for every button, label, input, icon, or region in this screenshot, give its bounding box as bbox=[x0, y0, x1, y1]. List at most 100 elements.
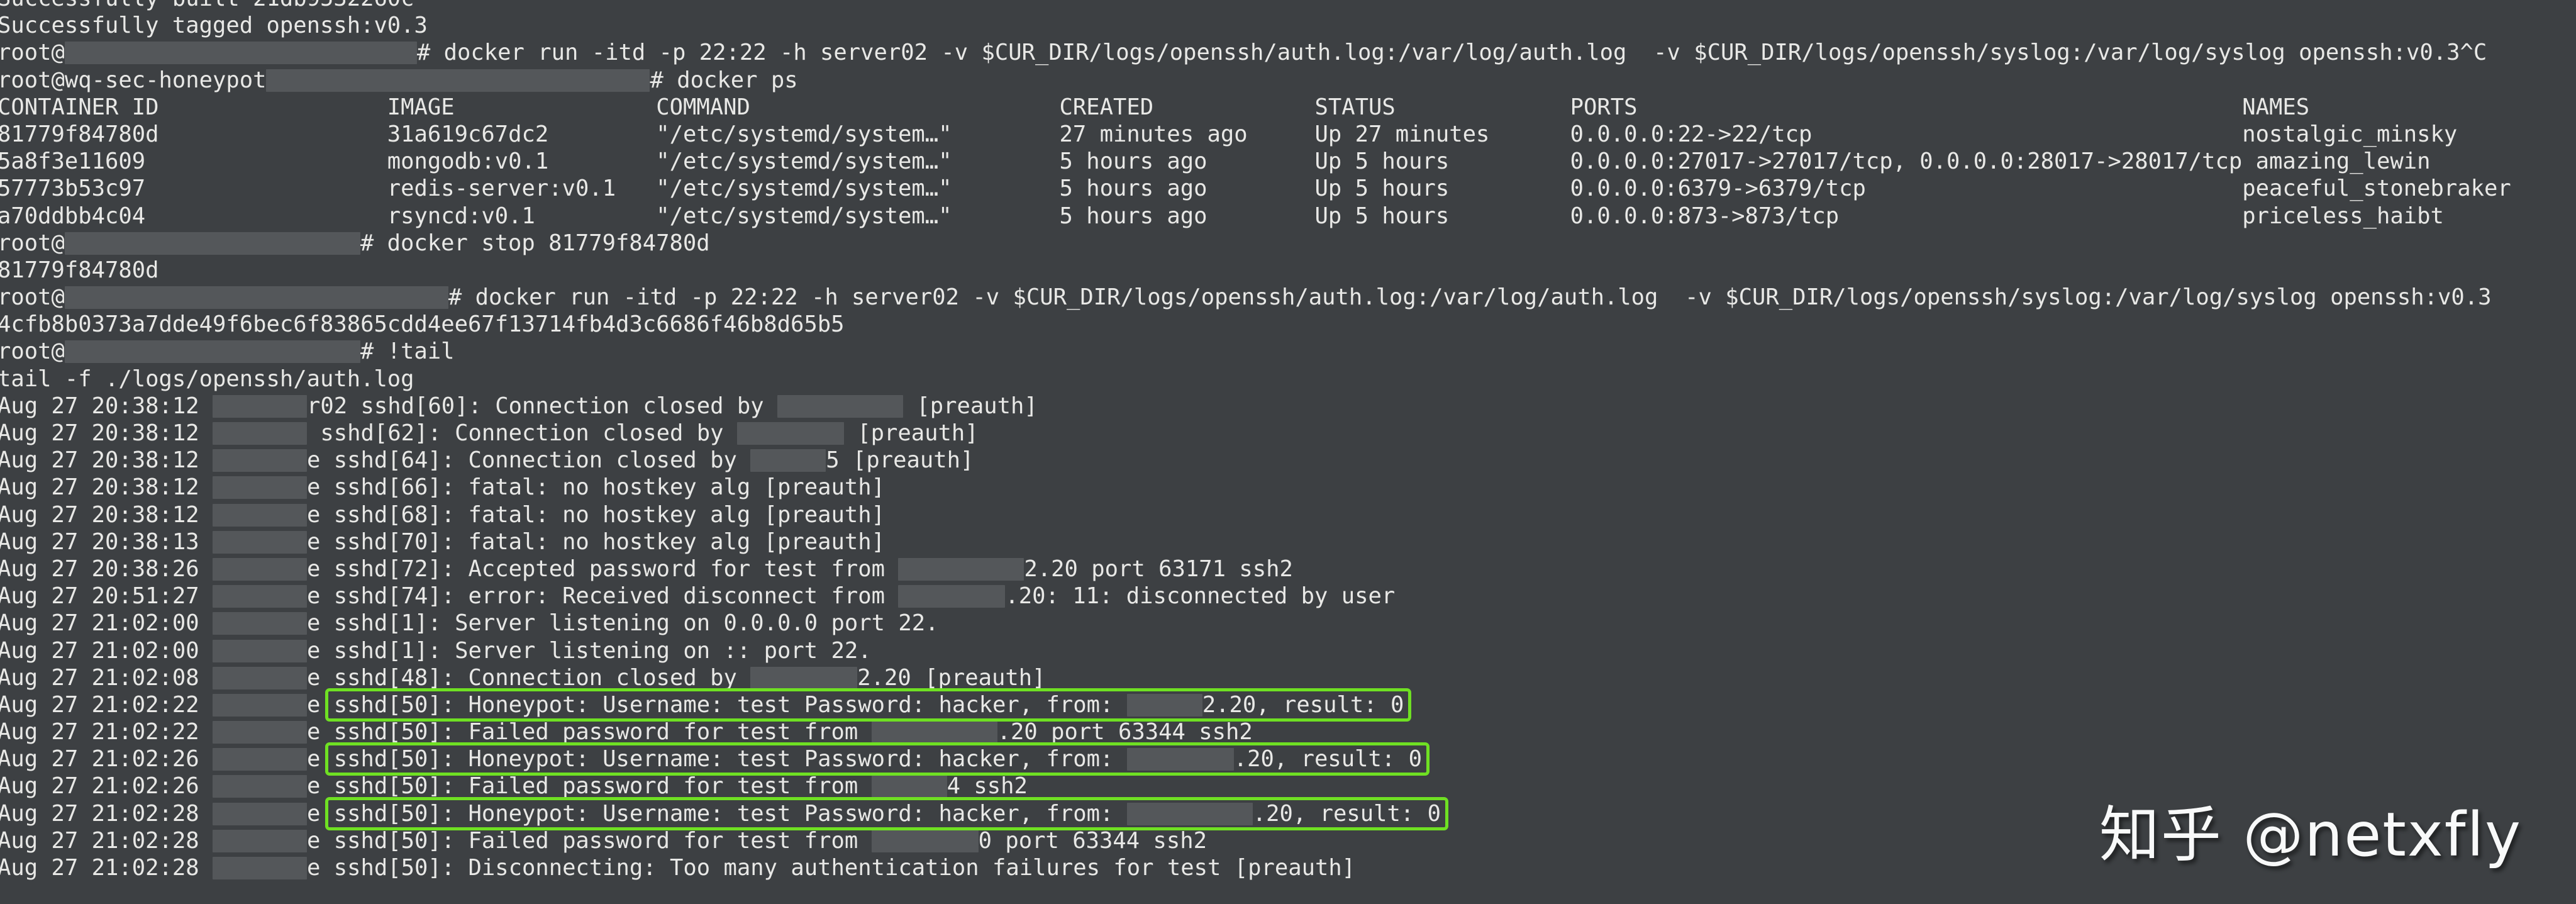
log-line: Aug 27 21:02:26 e sshd[50]: Honeypot: Us… bbox=[0, 745, 2576, 773]
log-line: Aug 27 21:02:00 e sshd[1]: Server listen… bbox=[0, 637, 2576, 664]
command-docker-stop: # docker stop 81779f84780d bbox=[360, 230, 710, 256]
log-process: sshd[66]: bbox=[333, 474, 469, 501]
log-host-suffix: e bbox=[306, 691, 334, 718]
log-process: sshd[50]: bbox=[333, 800, 469, 827]
table-row: a70ddbb4c04 rsyncd:v0.1 "/etc/systemd/sy… bbox=[0, 203, 2576, 230]
log-host-suffix: e bbox=[306, 773, 334, 800]
log-process: sshd[50]: bbox=[333, 827, 469, 854]
redacted-loghost-mosaic bbox=[212, 557, 307, 581]
log-message: sshd[50]: Honeypot: Username: test Passw… bbox=[334, 692, 1404, 718]
log-message-post: .20, result: 0 bbox=[1252, 800, 1441, 827]
log-message: sshd[50]: Failed password for test from … bbox=[334, 719, 1253, 745]
log-host-suffix bbox=[307, 420, 320, 446]
prompt-user-3: root@ bbox=[0, 230, 65, 256]
log-host-suffix: e bbox=[306, 719, 334, 745]
log-process: sshd[68]: bbox=[333, 501, 469, 528]
new-container-hash: 4cfb8b0373a7dde49f6bec6f83865cdd4ee67f13… bbox=[0, 311, 845, 338]
log-message-pre: fatal: no hostkey alg [preauth] bbox=[468, 501, 886, 528]
redacted-loghost-mosaic bbox=[212, 503, 307, 527]
log-message: sshd[60]: Connection closed by [preauth] bbox=[360, 393, 1037, 419]
log-timestamp: Aug 27 21:02:28 bbox=[0, 800, 213, 827]
output-line-stopped-id: 81779f84780d bbox=[0, 257, 2576, 284]
log-message: sshd[1]: Server listening on 0.0.0.0 por… bbox=[334, 610, 939, 636]
prompt-user-5: root@ bbox=[0, 338, 65, 365]
log-timestamp: Aug 27 20:51:27 bbox=[0, 583, 213, 610]
command-docker-ps: # docker ps bbox=[650, 67, 798, 93]
redacted-hostname-mosaic-5 bbox=[64, 340, 360, 364]
log-timestamp: Aug 27 21:02:28 bbox=[0, 855, 213, 881]
log-process: sshd[62]: bbox=[320, 420, 455, 446]
redacted-loghost-mosaic bbox=[212, 530, 307, 554]
log-message-pre: Disconnecting: Too many authentication f… bbox=[468, 855, 1356, 881]
log-timestamp: Aug 27 21:02:28 bbox=[0, 827, 213, 854]
log-message-pre: Server listening on 0.0.0.0 port 22. bbox=[455, 610, 939, 637]
log-process: sshd[1]: bbox=[333, 637, 455, 664]
log-message: sshd[1]: Server listening on :: port 22. bbox=[334, 638, 872, 664]
log-host-suffix: e bbox=[306, 474, 334, 501]
redacted-ip-mosaic bbox=[871, 775, 947, 798]
terminal-scrollback: Successfully built 21db9532260c Successf… bbox=[0, 0, 2576, 881]
log-process: sshd[74]: bbox=[333, 583, 469, 610]
log-line: Aug 27 20:38:12 sshd[62]: Connection clo… bbox=[0, 420, 2576, 447]
log-message: sshd[50]: Failed password for test from … bbox=[334, 773, 1028, 799]
log-host-suffix: e bbox=[306, 528, 334, 555]
log-process: sshd[48]: bbox=[333, 664, 469, 691]
docker-ps-row-1: 5a8f3e11609 mongodb:v0.1 "/etc/systemd/s… bbox=[0, 148, 2431, 175]
log-line: Aug 27 20:38:12 e sshd[66]: fatal: no ho… bbox=[0, 474, 2576, 501]
docker-ps-row-2: 57773b53c97 redis-server:v0.1 "/etc/syst… bbox=[0, 176, 2511, 202]
redacted-loghost-mosaic bbox=[212, 639, 307, 662]
prompt-line-tail: root@ # !tail bbox=[0, 338, 2576, 365]
log-host-suffix: e bbox=[306, 447, 334, 474]
redacted-ip-mosaic bbox=[1126, 748, 1234, 771]
tag-success-text: Successfully tagged openssh:v0.3 bbox=[0, 13, 428, 39]
prompt-line-docker-ps: root@wq-sec-honeypot # docker ps bbox=[0, 67, 2576, 94]
redacted-ip-mosaic bbox=[777, 394, 904, 418]
redacted-ip-mosaic bbox=[736, 422, 844, 445]
log-process: sshd[72]: bbox=[333, 555, 469, 582]
log-timestamp: Aug 27 21:02:26 bbox=[0, 773, 213, 800]
log-timestamp: Aug 27 20:38:13 bbox=[0, 528, 213, 555]
redacted-loghost-mosaic bbox=[212, 802, 307, 825]
redacted-ip-mosaic bbox=[898, 585, 1006, 608]
output-line-tail-expansion: tail -f ./logs/openssh/auth.log bbox=[0, 366, 2576, 393]
redacted-ip-mosaic bbox=[898, 557, 1024, 581]
command-docker-run-1: # docker run -itd -p 22:22 -h server02 -… bbox=[416, 40, 2487, 66]
build-success-text: Successfully built 21db9532260c bbox=[0, 0, 414, 11]
log-process: sshd[70]: bbox=[333, 528, 469, 555]
redacted-loghost-mosaic bbox=[212, 585, 307, 608]
table-row: 57773b53c97 redis-server:v0.1 "/etc/syst… bbox=[0, 175, 2576, 202]
log-message-pre: Honeypot: Username: test Password: hacke… bbox=[468, 800, 1127, 827]
table-row: 81779f84780d 31a619c67dc2 "/etc/systemd/… bbox=[0, 121, 2576, 148]
log-message-pre: Connection closed by bbox=[468, 447, 751, 474]
log-message-pre: Failed password for test from bbox=[468, 719, 872, 745]
log-timestamp: Aug 27 20:38:12 bbox=[0, 474, 213, 501]
redacted-loghost-mosaic bbox=[212, 748, 307, 771]
prompt-user-2: root@wq-sec-honeypot bbox=[0, 67, 267, 93]
redacted-loghost-mosaic bbox=[212, 693, 307, 717]
log-process: sshd[1]: bbox=[333, 610, 455, 637]
redacted-loghost-mosaic bbox=[212, 775, 307, 798]
log-process: sshd[50]: bbox=[333, 746, 469, 773]
log-message-pre: Connection closed by bbox=[495, 393, 778, 419]
log-host-suffix: e bbox=[306, 664, 334, 691]
log-message: sshd[68]: fatal: no hostkey alg [preauth… bbox=[334, 502, 885, 528]
log-message-post: 2.20, result: 0 bbox=[1202, 691, 1404, 718]
log-message-post: 2.20 [preauth] bbox=[857, 664, 1046, 691]
command-docker-run-2: # docker run -itd -p 22:22 -h server02 -… bbox=[448, 284, 2492, 311]
log-message-pre: Honeypot: Username: test Password: hacke… bbox=[468, 746, 1127, 773]
log-timestamp: Aug 27 20:38:12 bbox=[0, 420, 213, 446]
log-message-post: 2.20 port 63171 ssh2 bbox=[1024, 555, 1293, 582]
terminal-window[interactable]: Successfully built 21db9532260c Successf… bbox=[0, 0, 2576, 904]
log-process: sshd[50]: bbox=[333, 773, 469, 800]
docker-ps-row-0: 81779f84780d 31a619c67dc2 "/etc/systemd/… bbox=[0, 121, 2458, 147]
log-message-post: 0 port 63344 ssh2 bbox=[978, 827, 1207, 854]
output-line-new-container-hash: 4cfb8b0373a7dde49f6bec6f83865cdd4ee67f13… bbox=[0, 311, 2576, 338]
docker-ps-headers: CONTAINER ID IMAGE COMMAND CREATED STATU… bbox=[0, 94, 2310, 120]
redacted-loghost-mosaic bbox=[212, 721, 307, 744]
log-timestamp: Aug 27 21:02:08 bbox=[0, 664, 213, 691]
log-message: sshd[62]: Connection closed by [preauth] bbox=[320, 420, 978, 446]
log-message-pre: Connection closed by bbox=[455, 420, 737, 446]
log-message-post: 4 ssh2 bbox=[947, 773, 1028, 800]
log-timestamp: Aug 27 21:02:22 bbox=[0, 691, 213, 718]
redacted-ip-mosaic bbox=[750, 666, 858, 689]
